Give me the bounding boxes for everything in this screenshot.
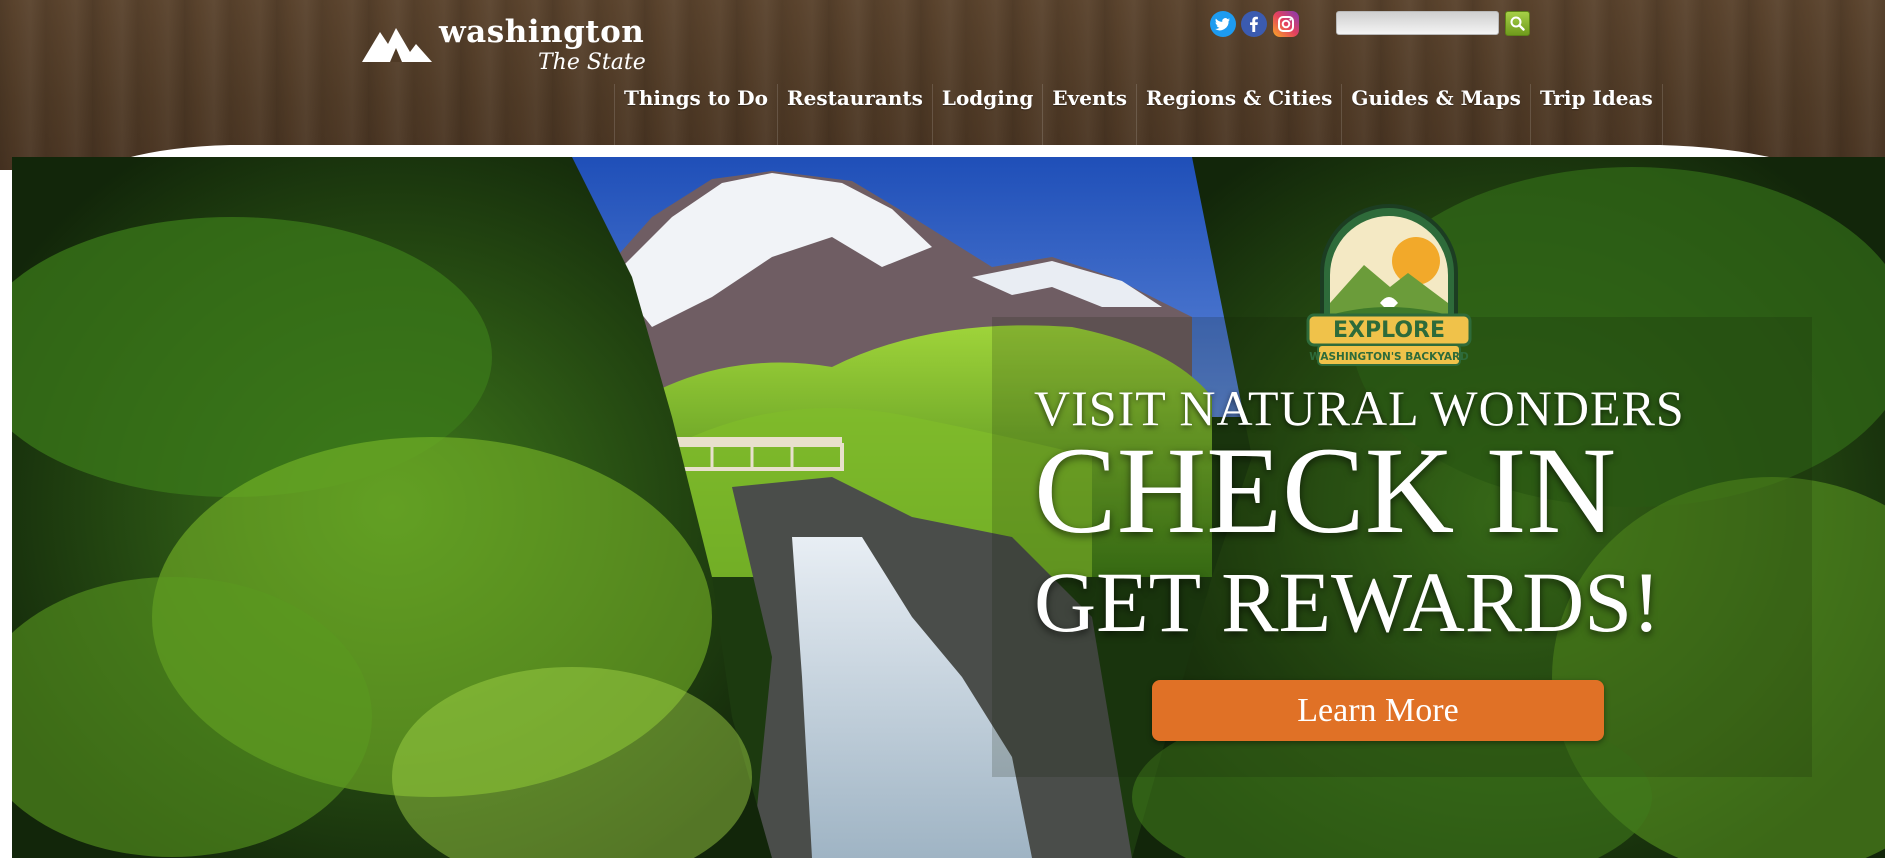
search-button[interactable] [1505, 11, 1530, 36]
hero-headline-check-in: CHECK IN [1034, 422, 1617, 559]
instagram-icon[interactable] [1273, 11, 1299, 37]
site-logo[interactable]: washington The State [360, 12, 650, 76]
mountain-logo-icon [362, 28, 432, 62]
badge-subtitle: WASHINGTON'S BACKYARD [1309, 351, 1469, 363]
learn-more-button[interactable]: Learn More [1152, 680, 1604, 741]
search-input[interactable] [1336, 11, 1499, 35]
explore-badge-logo[interactable]: EXPLORE WASHINGTON'S BACKYARD [1304, 203, 1474, 373]
facebook-icon[interactable] [1241, 11, 1267, 37]
badge-title: EXPLORE [1333, 318, 1445, 343]
logo-tagline: The State [538, 50, 646, 75]
search-icon [1510, 16, 1525, 31]
hero-headline-rewards: GET REWARDS! [1034, 554, 1661, 650]
logo-wordmark: washington [439, 14, 645, 50]
hero-banner: EXPLORE WASHINGTON'S BACKYARD VISIT NATU… [12, 157, 1885, 858]
twitter-icon[interactable] [1210, 11, 1236, 37]
